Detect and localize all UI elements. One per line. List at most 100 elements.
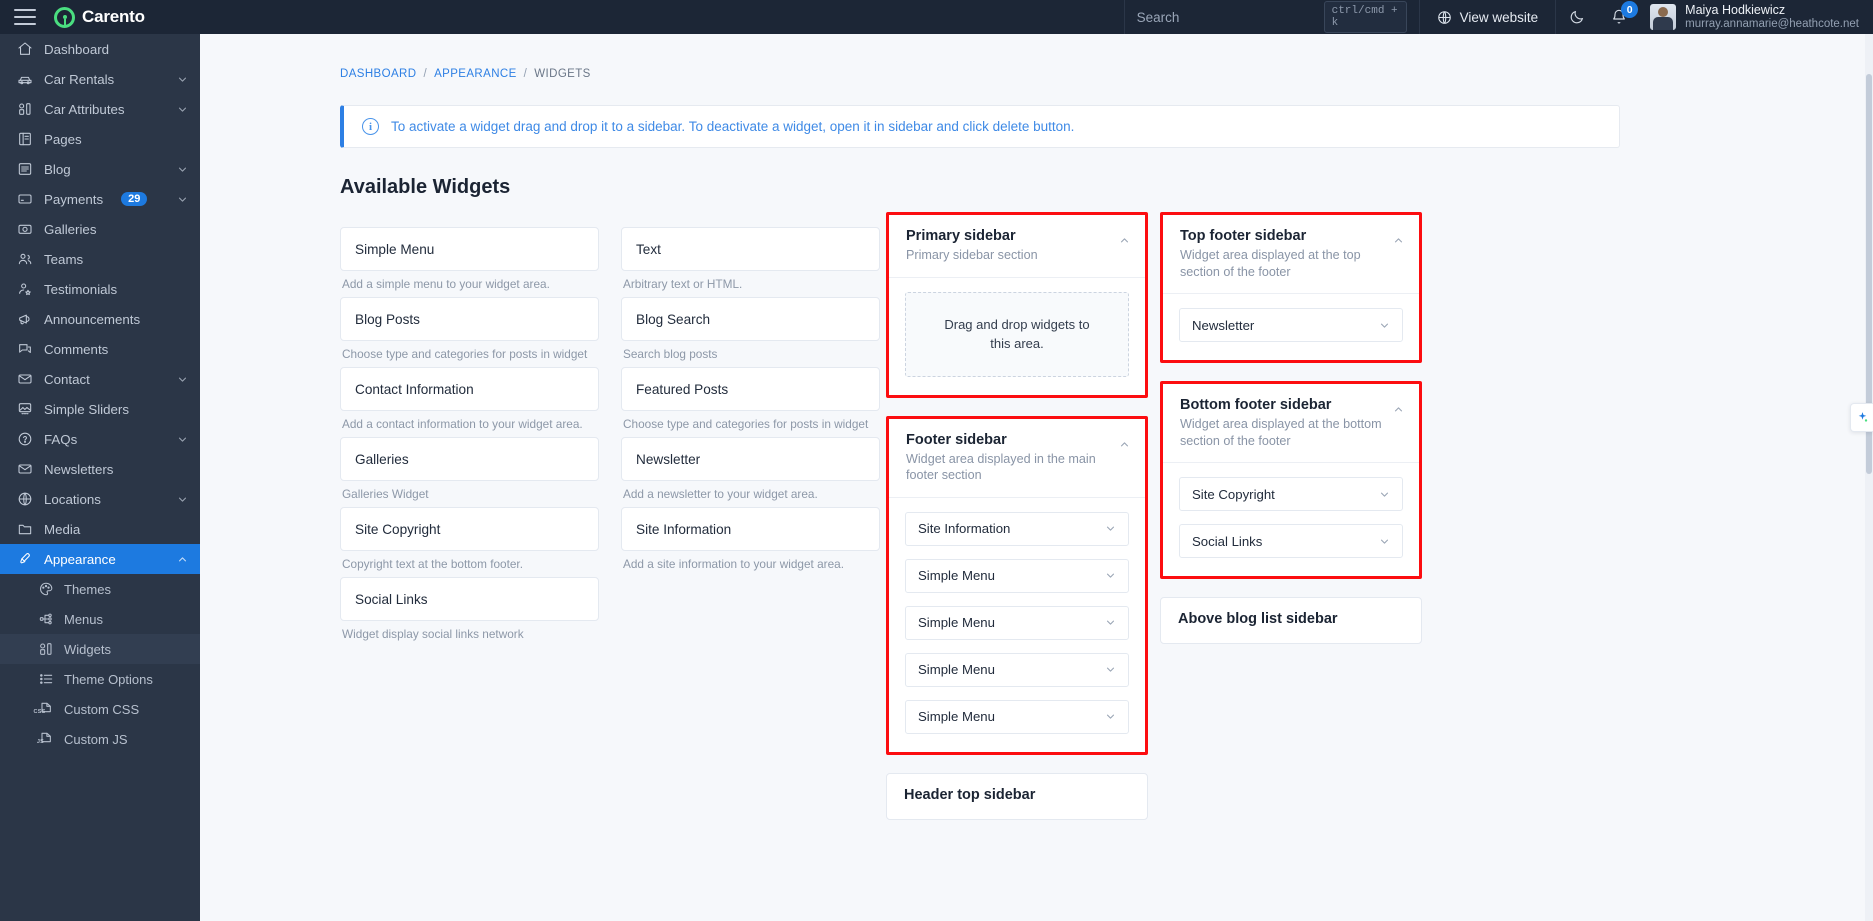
sidebar-subitem-themes[interactable]: Themes	[0, 574, 200, 604]
theme-toggle-button[interactable]	[1556, 0, 1598, 34]
sidebar-item-teams[interactable]: Teams	[0, 244, 200, 274]
assigned-widget-row[interactable]: Simple Menu	[905, 699, 1129, 734]
available-widget-card[interactable]: Text	[621, 227, 880, 271]
palette-icon	[38, 581, 54, 597]
assigned-widget-row[interactable]: Site Copyright	[1179, 477, 1403, 511]
chevron-down-icon[interactable]	[177, 494, 188, 505]
chevron-down-icon[interactable]	[177, 434, 188, 445]
assistant-launcher-button[interactable]	[1850, 403, 1873, 432]
sidebar-item-simple-sliders[interactable]: Simple Sliders	[0, 394, 200, 424]
sidebar-panel-header[interactable]: Header top sidebar	[887, 774, 1147, 819]
sidebar-item-galleries[interactable]: Galleries	[0, 214, 200, 244]
available-widget-card[interactable]: Site Copyright	[340, 507, 599, 551]
chevron-down-icon[interactable]	[177, 74, 188, 85]
available-widget-card[interactable]: Newsletter	[621, 437, 880, 481]
available-widget-card[interactable]: Site Information	[621, 507, 880, 551]
sidebar-item-faqs[interactable]: FAQs	[0, 424, 200, 454]
chevron-down-icon[interactable]	[1379, 320, 1390, 331]
available-widget-cell: Social Links Widget display social links …	[340, 577, 599, 641]
sidebar-item-media[interactable]: Media	[0, 514, 200, 544]
chevron-up-icon[interactable]	[1119, 439, 1130, 450]
sidebar-subitem-menus[interactable]: Menus	[0, 604, 200, 634]
sidebar-item-dashboard[interactable]: Dashboard	[0, 34, 200, 64]
available-widget-card[interactable]: Featured Posts	[621, 367, 880, 411]
assigned-widget-row[interactable]: Simple Menu	[905, 605, 1129, 640]
sidebar-panel-subtitle: Widget area displayed at the top section…	[1180, 248, 1361, 279]
sidebar-subitem-custom-css[interactable]: CSS Custom CSS	[0, 694, 200, 724]
sidebar-subitem-widgets[interactable]: Widgets	[0, 634, 200, 664]
chevron-down-icon[interactable]	[177, 374, 188, 385]
notifications-button[interactable]: 0	[1598, 0, 1640, 34]
view-website-button[interactable]: View website	[1420, 0, 1557, 34]
chevron-down-icon[interactable]	[177, 194, 188, 205]
sidebar-item-newsletters[interactable]: Newsletters	[0, 454, 200, 484]
user-menu[interactable]: Maiya Hodkiewicz murray.annamarie@heathc…	[1640, 3, 1873, 31]
sidebar-item-comments[interactable]: Comments	[0, 334, 200, 364]
envelope-icon	[16, 461, 33, 478]
app-logo[interactable]: Carento	[54, 6, 145, 28]
sidebar-panel-header[interactable]: Top footer sidebar Widget area displayed …	[1163, 215, 1419, 294]
widget-dropzone[interactable]: Drag and drop widgets to this area.	[905, 291, 1129, 377]
sidebar-item-payments[interactable]: Payments 29	[0, 184, 200, 214]
available-widget-card[interactable]: Blog Search	[621, 297, 880, 341]
sidebar-item-car-rentals[interactable]: Car Rentals	[0, 64, 200, 94]
car-icon	[16, 71, 33, 88]
sidebar-panel-header[interactable]: Primary sidebar Primary sidebar section	[889, 215, 1145, 278]
sidebar-item-blog[interactable]: Blog	[0, 154, 200, 184]
sidebar-panel-header[interactable]: Footer sidebar Widget area displayed in t…	[889, 419, 1145, 498]
assigned-widget-row[interactable]: Simple Menu	[905, 558, 1129, 593]
breadcrumb: DASHBOARD / APPEARANCE / WIDGETS	[200, 34, 1873, 80]
chevron-down-icon[interactable]	[177, 104, 188, 115]
sidebar-panel: Above blog list sidebar	[1160, 597, 1422, 644]
breadcrumb-separator: /	[423, 68, 428, 80]
info-alert-text: To activate a widget drag and drop it to…	[391, 119, 1075, 134]
sidebar-panel-header[interactable]: Above blog list sidebar	[1161, 598, 1421, 643]
sidebar-panel-subtitle: Widget area displayed in the main footer…	[906, 451, 1096, 483]
available-widget-card[interactable]: Social Links	[340, 577, 599, 621]
js-file-icon: JS	[37, 731, 54, 747]
sidebar-item-testimonials[interactable]: Testimonials	[0, 274, 200, 304]
sidebar-subitem-custom-js[interactable]: JS Custom JS	[0, 724, 200, 754]
assigned-widget-name: Newsletter	[1192, 317, 1255, 333]
available-widget-card[interactable]: Simple Menu	[340, 227, 599, 271]
chevron-down-icon[interactable]	[1105, 711, 1116, 722]
sidebar-item-contact[interactable]: Contact	[0, 364, 200, 394]
chevron-down-icon[interactable]	[177, 164, 188, 175]
available-widget-card[interactable]: Contact Information	[340, 367, 599, 411]
chevron-up-icon[interactable]	[177, 554, 188, 565]
available-widget-description: Add a contact information to your widget…	[342, 417, 583, 431]
assigned-widget-row[interactable]: Social Links	[1179, 524, 1403, 558]
breadcrumb-item-appearance[interactable]: APPEARANCE	[434, 68, 517, 80]
main-content: DASHBOARD / APPEARANCE / WIDGETS i To ac…	[200, 34, 1873, 921]
available-widget-card[interactable]: Blog Posts	[340, 297, 599, 341]
question-icon	[16, 431, 33, 448]
sidebar-panel-header[interactable]: Bottom footer sidebar Widget area display…	[1163, 384, 1419, 463]
sidebar-item-appearance[interactable]: Appearance	[0, 544, 200, 574]
chevron-down-icon[interactable]	[1105, 617, 1116, 628]
breadcrumb-item-dashboard[interactable]: DASHBOARD	[340, 68, 416, 80]
chevron-up-icon[interactable]	[1119, 235, 1130, 246]
hamburger-menu-icon[interactable]	[14, 9, 36, 25]
chevron-up-icon[interactable]	[1393, 404, 1404, 415]
chevron-up-icon[interactable]	[1393, 235, 1404, 246]
sidebar-item-car-attributes[interactable]: Car Attributes	[0, 94, 200, 124]
sidebar-subnav: Themes Menus Widgets Theme Options CSS Custom…	[0, 574, 200, 754]
chevron-down-icon[interactable]	[1379, 536, 1390, 547]
sidebar-item-locations[interactable]: Locations	[0, 484, 200, 514]
global-search[interactable]: ctrl/cmd + k	[1123, 0, 1420, 34]
sidebar-item-announcements[interactable]: Announcements	[0, 304, 200, 334]
assigned-widget-row[interactable]: Site Information	[905, 511, 1129, 546]
chevron-down-icon[interactable]	[1379, 489, 1390, 500]
chevron-down-icon[interactable]	[1105, 523, 1116, 534]
assigned-widget-row[interactable]: Newsletter	[1179, 308, 1403, 342]
available-widget-card[interactable]: Galleries	[340, 437, 599, 481]
assigned-widget-row[interactable]: Simple Menu	[905, 652, 1129, 687]
page-scrollbar[interactable]	[1865, 34, 1873, 921]
chevron-down-icon[interactable]	[1105, 570, 1116, 581]
search-input[interactable]	[1136, 9, 1314, 25]
chevron-down-icon[interactable]	[1105, 664, 1116, 675]
sidebar-subitem-theme-options[interactable]: Theme Options	[0, 664, 200, 694]
sidebar-item-pages[interactable]: Pages	[0, 124, 200, 154]
sidebar-item-label: Payments	[44, 191, 104, 207]
sidebar-item-label: Appearance	[44, 551, 116, 567]
